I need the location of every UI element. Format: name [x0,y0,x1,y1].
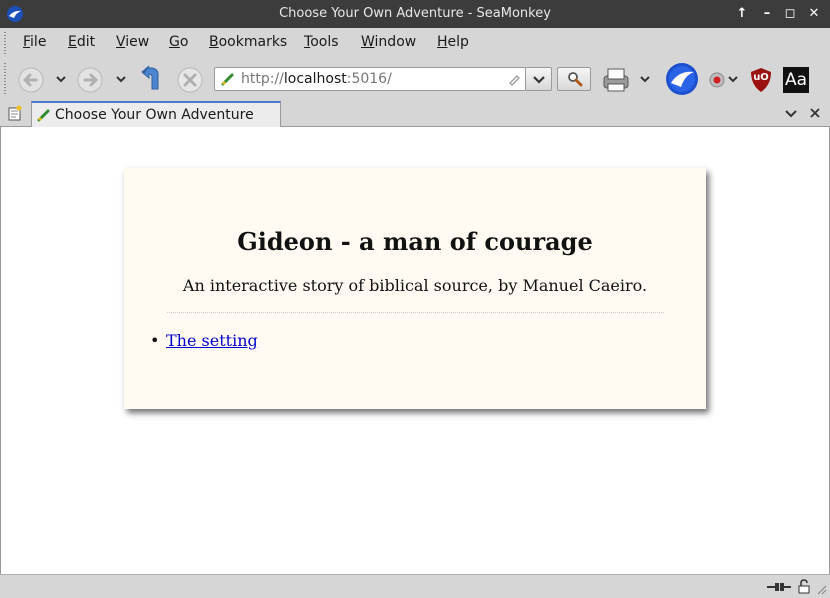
divider [167,312,664,313]
window-title: Choose Your Own Adventure - SeaMonkey [279,6,551,21]
close-tab-icon[interactable] [809,107,821,119]
list-item: • The setting [150,331,258,350]
menu-edit[interactable]: Edit [68,34,95,50]
stop-icon[interactable] [176,66,204,94]
window-up-icon[interactable]: ↑ [733,5,751,23]
url-history-dropdown[interactable] [526,67,552,91]
menu-window[interactable]: Window [361,34,416,50]
record-options-chevron-icon[interactable] [727,74,739,84]
window-minimize-icon[interactable]: – [758,5,776,23]
print-options-chevron-icon[interactable] [639,74,651,84]
url-bar[interactable]: http://localhost:5016/ [214,67,526,91]
navigation-toolbar: http://localhost:5016/ uO Aa [0,58,830,100]
navbar-grip-icon[interactable] [3,62,7,94]
chapter-link-the-setting[interactable]: The setting [166,331,258,350]
search-icon [568,72,583,87]
story-card: Gideon - a man of courage An interactive… [124,168,706,409]
seamonkey-icon[interactable] [665,62,699,96]
security-lock-icon[interactable] [796,578,812,594]
page-proxy-icon[interactable] [221,72,235,86]
online-connection-icon[interactable] [766,580,792,594]
menu-help[interactable]: Help [437,34,469,50]
font-size-button[interactable]: Aa [783,67,809,93]
window-titlebar: Choose Your Own Adventure - SeaMonkey ↑ … [0,0,830,28]
font-size-icon: Aa [784,70,808,90]
menu-file[interactable]: File [23,34,46,50]
back-icon[interactable] [16,66,46,94]
menubar-grip-icon[interactable] [3,31,7,55]
menu-go[interactable]: Go [169,34,188,50]
status-bar [0,574,830,598]
menu-bar: File Edit View Go Bookmarks Tools Window… [0,28,830,58]
story-title: Gideon - a man of courage [237,227,593,256]
story-subtitle: An interactive story of biblical source,… [182,276,648,295]
reload-icon[interactable] [138,65,164,95]
page-content: Gideon - a man of courage An interactive… [0,127,830,574]
tab-favicon-icon [37,109,50,122]
window-maximize-icon[interactable]: ◻ [781,5,799,23]
back-history-chevron-icon[interactable] [55,74,67,84]
print-icon[interactable] [600,66,632,94]
forward-icon[interactable] [75,66,105,94]
ublock-button[interactable]: uO [749,67,773,93]
menu-view[interactable]: View [116,34,149,50]
tab-list-chevron-icon[interactable] [784,108,798,120]
ublock-label: uO [753,72,769,83]
url-text[interactable]: http://localhost:5016/ [241,71,392,87]
chapter-list: • The setting [150,331,258,350]
tab-current[interactable]: Choose Your Own Adventure [31,101,281,128]
record-icon[interactable] [708,71,726,89]
bookmark-pencil-icon[interactable] [507,72,521,86]
tab-label: Choose Your Own Adventure [55,107,254,123]
search-button[interactable] [557,67,591,91]
tab-bar: Choose Your Own Adventure [0,100,830,128]
chevron-down-icon [533,76,545,84]
bullet-icon: • [150,331,160,350]
new-tab-icon[interactable] [7,105,23,121]
window-close-icon[interactable]: ✕ [805,5,823,23]
menu-bookmarks[interactable]: Bookmarks [209,34,287,50]
menu-tools[interactable]: Tools [304,34,339,50]
forward-history-chevron-icon[interactable] [115,74,127,84]
resize-grip-icon[interactable] [815,583,827,595]
